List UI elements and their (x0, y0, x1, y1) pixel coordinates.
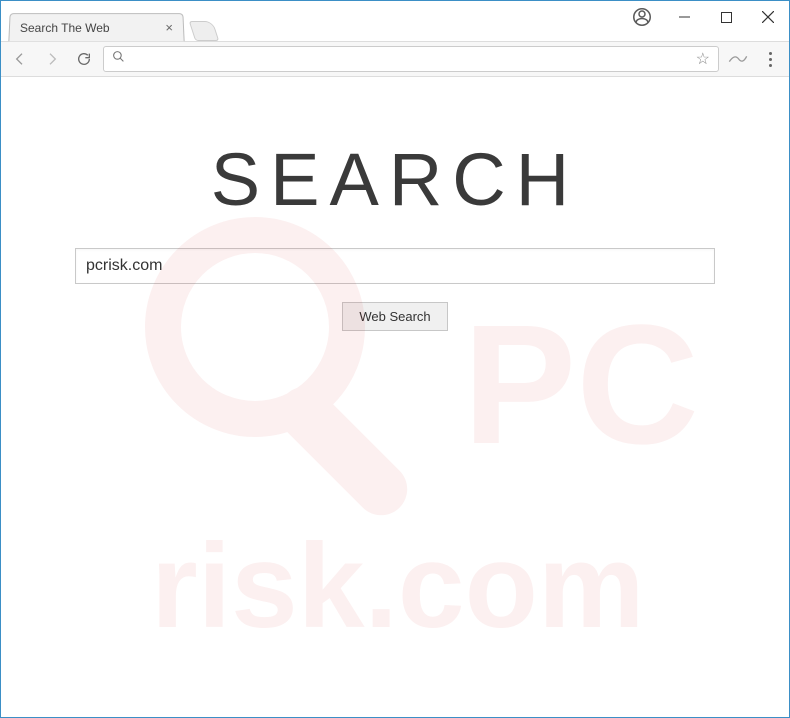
bookmark-star-icon[interactable]: ☆ (696, 49, 710, 69)
new-tab-button[interactable] (189, 21, 219, 41)
page-logo: SEARCH (211, 137, 579, 222)
web-search-button[interactable]: Web Search (342, 302, 447, 331)
reload-icon[interactable] (71, 46, 97, 72)
browser-tab[interactable]: Search The Web × (8, 13, 184, 41)
browser-toolbar: ☆ (1, 41, 789, 77)
close-window-icon[interactable] (747, 1, 789, 33)
url-input[interactable] (131, 52, 690, 67)
extension-icon[interactable] (725, 46, 751, 72)
address-bar[interactable]: ☆ (103, 46, 719, 72)
page-content: PC risk.com SEARCH Web Search (1, 77, 789, 717)
tab-strip: Search The Web × (1, 11, 589, 41)
forward-icon[interactable] (39, 46, 65, 72)
minimize-icon[interactable] (663, 1, 705, 33)
tab-title: Search The Web (20, 21, 160, 35)
close-icon[interactable]: × (165, 20, 173, 35)
user-icon[interactable] (621, 1, 663, 33)
maximize-icon[interactable] (705, 1, 747, 33)
search-input[interactable] (86, 257, 704, 275)
back-icon[interactable] (7, 46, 33, 72)
menu-icon[interactable] (757, 46, 783, 72)
search-icon (112, 50, 125, 68)
search-box[interactable] (75, 248, 715, 284)
